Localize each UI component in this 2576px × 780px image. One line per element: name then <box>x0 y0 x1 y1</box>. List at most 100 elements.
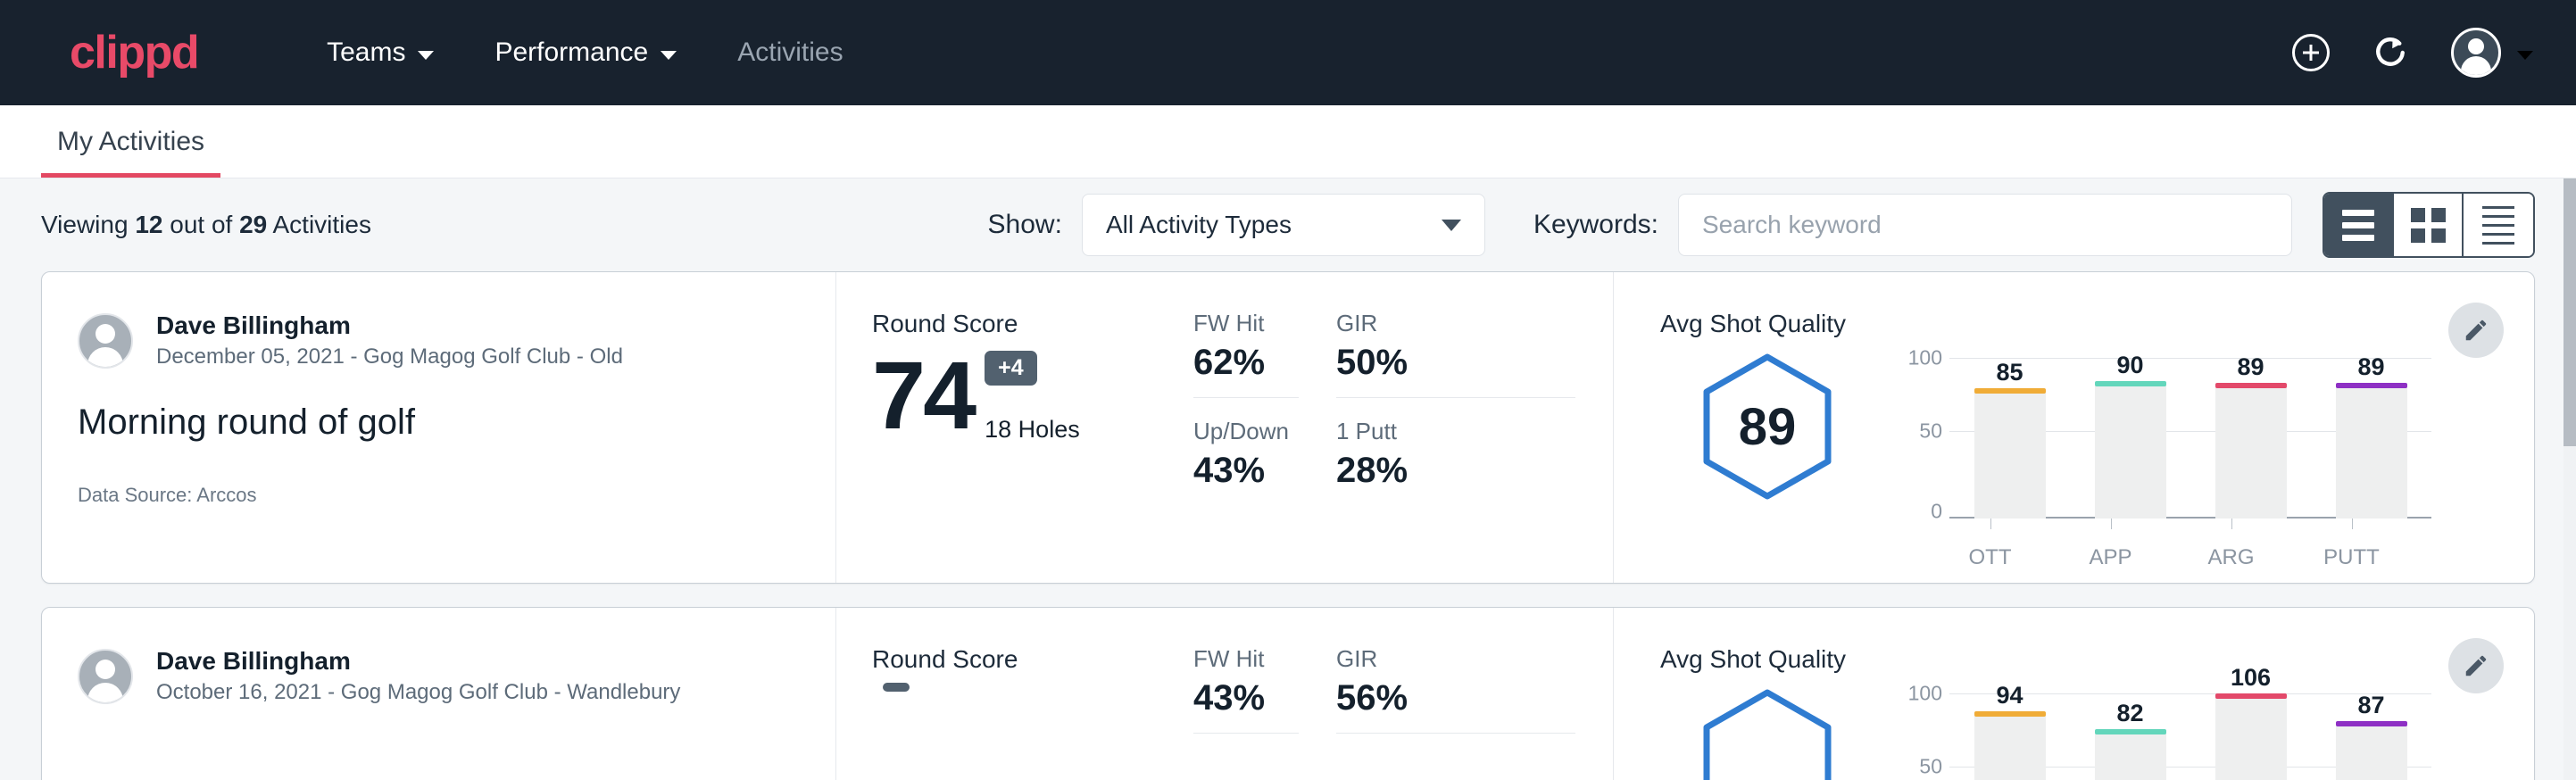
filter-toolbar: Viewing 12 out of 29 Activities Show: Al… <box>0 178 2576 271</box>
score-to-par-badge <box>883 683 910 692</box>
edit-activity-button[interactable] <box>2448 303 2504 358</box>
bar-slot-arg: 89 <box>2190 353 2311 519</box>
nav-label-performance: Performance <box>494 37 648 68</box>
pencil-icon <box>2463 317 2489 344</box>
avg-shot-quality-label: Avg Shot Quality <box>1660 310 2534 338</box>
activity-card[interactable]: Dave Billingham October 16, 2021 - Gog M… <box>41 607 2535 780</box>
activity-author: Dave Billingham October 16, 2021 - Gog M… <box>78 645 800 708</box>
edit-activity-button[interactable] <box>2448 638 2504 693</box>
bar-value-label: 87 <box>2357 692 2384 719</box>
keywords-label: Keywords: <box>1533 210 1658 240</box>
tab-label: My Activities <box>57 127 204 156</box>
chart-plot-area: 85 90 <box>1949 353 2431 519</box>
scrollbar-thumb[interactable] <box>2564 178 2576 446</box>
viewing-suffix: Activities <box>267 211 371 238</box>
round-score-section: Round Score <box>836 608 1193 780</box>
x-tick-ott: OTT <box>1930 519 2050 570</box>
activity-card-list: Dave Billingham December 05, 2021 - Gog … <box>0 271 2576 780</box>
bar-cap <box>1974 711 2046 717</box>
view-toggle-grid[interactable] <box>2394 194 2464 256</box>
bar-cap <box>2095 381 2166 386</box>
bar-cap <box>2336 383 2407 388</box>
bar-slot-ott: 85 <box>1949 353 2070 519</box>
stat-fw-hit: FW Hit 62% <box>1193 310 1299 398</box>
compact-icon-line <box>2482 206 2514 209</box>
refresh-icon[interactable] <box>2371 33 2410 72</box>
stat-label: Up/Down <box>1193 418 1336 445</box>
nav-item-activities[interactable]: Activities <box>707 37 873 68</box>
bar <box>2215 698 2287 780</box>
chart-x-axis: OTT APP ARG PUTT <box>1930 519 2412 570</box>
chevron-down-icon <box>418 51 434 60</box>
avg-shot-quality-hexagon: 89 <box>1701 353 1833 501</box>
stat-value: 56% <box>1336 678 1575 718</box>
tab-my-activities[interactable]: My Activities <box>41 127 220 178</box>
chart-y-axis: 100 50 0 <box>1894 688 1949 780</box>
bar <box>2336 726 2407 780</box>
nav-item-performance[interactable]: Performance <box>464 37 707 68</box>
y-tick: 50 <box>1919 419 1942 444</box>
avg-shot-quality-hexagon <box>1701 688 1833 780</box>
tab-strip: My Activities <box>0 105 2576 178</box>
view-toggle-list[interactable] <box>2324 194 2394 256</box>
bar-value-label: 85 <box>1996 359 2023 386</box>
add-circle-icon[interactable] <box>2292 34 2330 71</box>
activity-type-value: All Activity Types <box>1106 211 1292 239</box>
chart-bars: 94 82 <box>1949 688 2431 780</box>
nav-label-teams: Teams <box>327 37 405 68</box>
chart-plot-area: 94 82 <box>1949 688 2431 780</box>
list-icon-line <box>2342 210 2374 216</box>
stat-label: GIR <box>1336 310 1575 337</box>
nav-label-activities: Activities <box>737 37 843 68</box>
round-score-row <box>872 683 1193 776</box>
page-scrollbar[interactable] <box>2564 178 2576 780</box>
activity-type-select[interactable]: All Activity Types <box>1082 194 1485 256</box>
stats-section: FW Hit 43% GIR 56% <box>1193 608 1613 780</box>
compact-icon-line <box>2482 242 2514 245</box>
chart-y-axis: 100 50 0 <box>1894 353 1949 519</box>
bar-value-label: 94 <box>1996 682 2023 709</box>
shot-quality-bar-chart: 100 50 0 85 <box>1894 353 2431 519</box>
compact-icon-line <box>2482 215 2514 218</box>
main-nav: Teams Performance Activities <box>296 37 2292 68</box>
activity-card[interactable]: Dave Billingham December 05, 2021 - Gog … <box>41 271 2535 584</box>
bar-cap <box>1974 388 2046 394</box>
app-logo[interactable]: clippd <box>70 29 198 76</box>
show-label: Show: <box>988 210 1062 240</box>
user-menu[interactable] <box>2451 28 2533 78</box>
activity-meta: October 16, 2021 - Gog Magog Golf Club -… <box>156 677 680 708</box>
stat-fw-hit: FW Hit 43% <box>1193 645 1299 734</box>
nav-item-teams[interactable]: Teams <box>296 37 464 68</box>
bar-slot-app: 90 <box>2070 353 2190 519</box>
stat-up-down <box>1193 753 1336 768</box>
stat-label: FW Hit <box>1193 645 1299 673</box>
stat-label: GIR <box>1336 645 1575 673</box>
stat-value: 28% <box>1336 451 1613 491</box>
bar-cap <box>2336 721 2407 726</box>
stat-label: 1 Putt <box>1336 418 1613 445</box>
bar-slot-arg: 106 <box>2190 688 2311 780</box>
avg-shot-quality-label: Avg Shot Quality <box>1660 645 2534 674</box>
compact-icon-line <box>2482 224 2514 227</box>
view-toggle-compact[interactable] <box>2464 194 2533 256</box>
bar-slot-ott: 94 <box>1949 688 2070 780</box>
bar-cap <box>2215 693 2287 699</box>
chevron-down-icon <box>1442 220 1461 231</box>
bar <box>1974 716 2046 780</box>
top-navigation-bar: clippd Teams Performance Activities <box>0 0 2576 105</box>
bar-cap <box>2215 383 2287 388</box>
bar <box>2336 387 2407 519</box>
author-name: Dave Billingham <box>156 310 623 342</box>
y-tick: 50 <box>1919 755 1942 779</box>
bar-value-label: 89 <box>2237 353 2264 381</box>
search-input[interactable] <box>1678 194 2292 256</box>
chevron-down-icon <box>661 51 677 60</box>
y-tick: 100 <box>1908 346 1942 370</box>
stat-gir: GIR 50% <box>1336 310 1575 398</box>
y-tick: 100 <box>1908 682 1942 706</box>
stat-up-down: Up/Down 43% <box>1193 418 1336 505</box>
round-score-label: Round Score <box>872 310 1193 338</box>
avatar <box>78 313 133 369</box>
holes-played: 18 Holes <box>985 416 1080 444</box>
activity-author: Dave Billingham December 05, 2021 - Gog … <box>78 310 800 372</box>
